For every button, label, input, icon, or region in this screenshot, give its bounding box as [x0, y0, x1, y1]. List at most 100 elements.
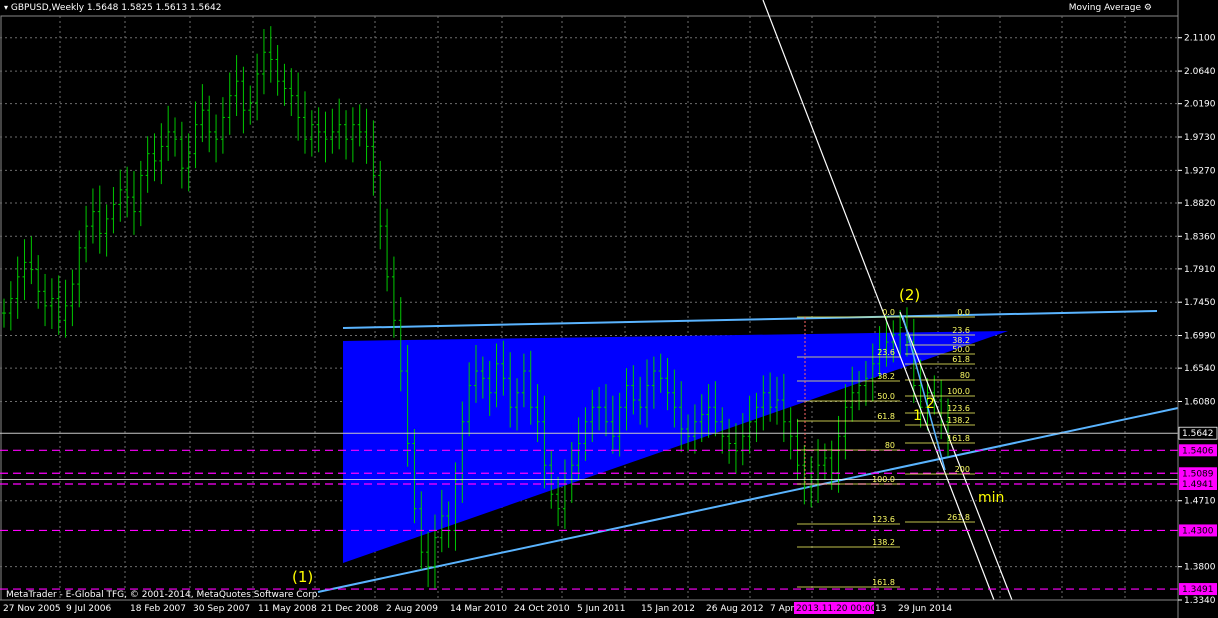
price-tick: 1.6540 [1178, 364, 1216, 374]
dropdown-triangle-icon[interactable]: ▾ [4, 3, 8, 12]
fib-level: 161.8 [905, 434, 975, 444]
time-tick-label: 21 Dec 2008 [321, 604, 379, 614]
settings-gear-icon[interactable]: ⚙ [1144, 3, 1152, 13]
candle [337, 98, 342, 150]
candle [84, 205, 89, 263]
candle [125, 166, 130, 218]
fib-level-label: 0.0 [882, 308, 895, 317]
candle [350, 107, 355, 163]
price-chart[interactable]: 0.023.638.250.061.880100.0123.6138.2161.… [0, 0, 1218, 618]
candle [241, 66, 246, 134]
time-cursor-label: 2013.11.20 00:00 [796, 604, 877, 614]
time-tick-label: 13 [875, 604, 886, 614]
candle [733, 423, 738, 474]
price-tick: 1.6080 [1178, 397, 1216, 407]
candle [104, 204, 109, 257]
candle [220, 97, 225, 154]
symbol-info: GBPUSD,Weekly 1.5648 1.5825 1.5613 1.564… [10, 3, 222, 13]
price-tick: 1.3800 [1178, 563, 1216, 573]
time-tick-label: 7 Apr [770, 604, 794, 614]
time-tick-label: 18 Feb 2007 [130, 604, 186, 614]
candle [268, 26, 273, 83]
candle [939, 379, 944, 440]
fib-level: 261.8 [905, 513, 975, 523]
wave-label-1: (1) [292, 568, 313, 586]
fib-level-label: 23.6 [877, 348, 895, 357]
price-tick-label: 1.9730 [1184, 133, 1216, 143]
price-tag-label: 1.4300 [1182, 526, 1214, 536]
fib-level-label: 100.0 [947, 387, 970, 396]
candle [111, 186, 116, 234]
sub-wave-label-2: 2 [926, 396, 935, 412]
fib-level-label: 261.8 [947, 513, 970, 522]
price-tick: 1.8820 [1178, 199, 1216, 209]
time-tick: 9 Jul 2006 [66, 604, 111, 614]
time-tick: 26 Aug 2012 [706, 604, 764, 614]
candle [29, 236, 34, 285]
chart-window[interactable]: 0.0 23.6 38.2 50.0 61.8 80 100.0 123.6 138.2 161.… [0, 0, 1218, 618]
time-tick: 13 [875, 604, 886, 614]
triangle-top-trendline [342, 310, 1158, 329]
candle [214, 114, 219, 163]
fib-level-label: 50.0 [952, 345, 970, 354]
price-tick: 2.0640 [1178, 67, 1216, 77]
candle [809, 456, 814, 508]
price-tick-label: 1.6990 [1184, 332, 1216, 342]
price-tick: 2.1100 [1178, 34, 1216, 44]
copyright-text: MetaTrader - E-Global TFG, © 2001-2014, … [6, 590, 321, 600]
price-tick-label: 2.1100 [1184, 34, 1216, 44]
fib-level-label: 161.8 [872, 578, 895, 587]
price-tag: 1.5406 [1179, 444, 1217, 457]
time-tick: 7 Apr [770, 604, 794, 614]
time-tick-label: 15 Jan 2012 [641, 604, 695, 614]
price-tick: 1.7450 [1178, 298, 1216, 308]
time-axis: 27 Nov 2005 9 Jul 2006 18 Feb 2007 30 Sep 2… [0, 599, 1178, 614]
price-tick: 1.3340 [1178, 596, 1216, 606]
time-tick-label: 14 Mar 2010 [450, 604, 507, 614]
candle [90, 188, 95, 244]
time-tick-label: 2 Aug 2009 [386, 604, 438, 614]
price-tick-label: 2.0190 [1184, 100, 1216, 110]
candle [426, 531, 431, 587]
candle [152, 133, 157, 182]
fib-level-label: 200 [955, 465, 970, 474]
fib-level-label: 161.8 [947, 434, 970, 443]
time-tick-label: 11 May 2008 [258, 604, 317, 614]
candle [275, 44, 280, 96]
candle [385, 208, 390, 292]
price-tag: 1.4300 [1179, 524, 1217, 537]
candle [261, 29, 266, 95]
candle [309, 110, 314, 157]
resistance-line-1 [762, 0, 995, 601]
candle [49, 278, 54, 330]
candle [159, 123, 164, 185]
candle [118, 169, 123, 222]
candle [36, 255, 41, 309]
price-tag-label: 1.5642 [1182, 429, 1214, 439]
candle [344, 110, 349, 160]
price-tick-label: 1.4710 [1184, 497, 1216, 507]
price-tick-label: 1.7450 [1184, 298, 1216, 308]
price-tick-label: 1.9270 [1184, 166, 1216, 176]
time-tick: 24 Oct 2010 [514, 604, 570, 614]
fib-level-label: 80 [960, 371, 970, 380]
time-tick-label: 30 Sep 2007 [193, 604, 250, 614]
price-tick: 1.7910 [1178, 265, 1216, 275]
indicator-name: Moving Average [1068, 3, 1142, 13]
price-tick: 2.0190 [1178, 100, 1216, 110]
price-tick-label: 1.3340 [1184, 596, 1216, 606]
candle [289, 68, 294, 116]
price-tick-label: 2.0640 [1184, 67, 1216, 77]
candle [255, 53, 260, 121]
fib-level-label: 23.6 [952, 326, 970, 335]
price-tick-label: 1.7910 [1184, 265, 1216, 275]
candle [795, 418, 800, 480]
price-tag-label: 1.4941 [1182, 480, 1214, 490]
time-tick: 18 Feb 2007 [130, 604, 186, 614]
time-tick-label: 9 Jul 2006 [66, 604, 111, 614]
candle [166, 105, 171, 161]
candle [43, 273, 48, 327]
time-tick: 14 Mar 2010 [450, 604, 507, 614]
candle [843, 384, 848, 460]
time-tick-label: 26 Aug 2012 [706, 604, 764, 614]
